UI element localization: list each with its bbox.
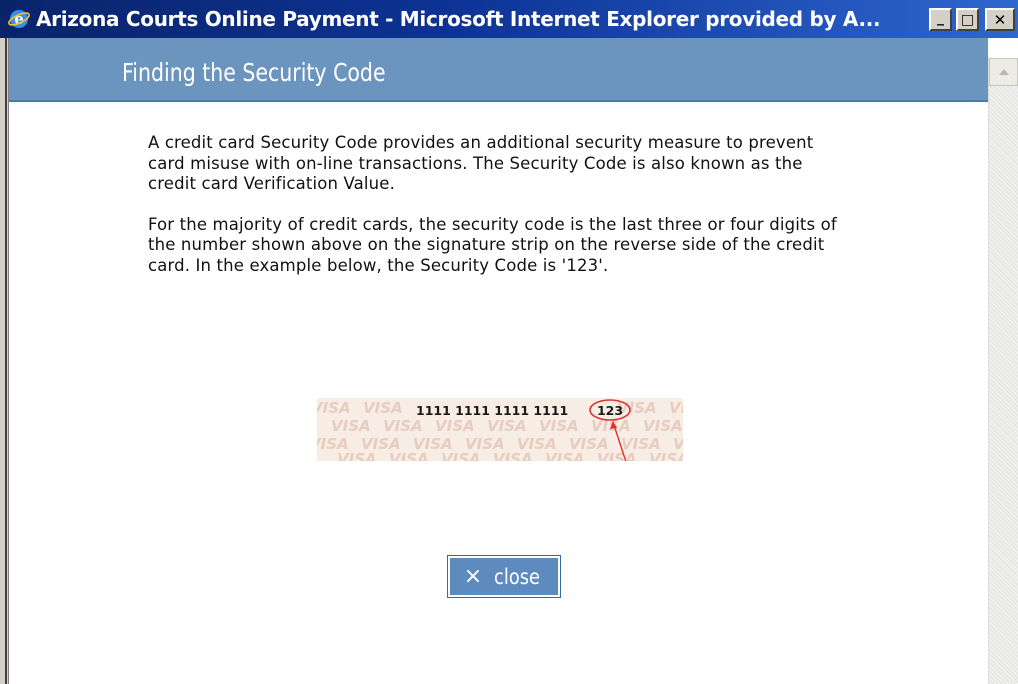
scroll-up-button[interactable] (989, 58, 1018, 86)
card-number-text: 1111 1111 1111 1111 (416, 403, 568, 418)
close-window-icon: ✕ (993, 10, 1007, 29)
watermark-text: VISA (435, 417, 475, 435)
signature-strip-image: VISA VISA VISA VISA VISA VISA VISA VISA … (317, 398, 683, 461)
close-window-button[interactable]: ✕ (985, 8, 1015, 31)
popup-window: e Arizona Courts Online Payment - Micros… (0, 0, 1018, 684)
watermark-text: VISA (337, 450, 377, 461)
window-title: Arizona Courts Online Payment - Microsof… (36, 7, 881, 31)
svg-text:e: e (14, 10, 24, 28)
watermark-text: VISA (441, 450, 481, 461)
watermark-text: VISA (669, 399, 683, 417)
watermark-text: VISA (597, 450, 637, 461)
minimize-icon: _ (937, 9, 944, 26)
watermark-text: VISA (649, 450, 683, 461)
minimize-button[interactable]: _ (929, 8, 952, 31)
page-header: Finding the Security Code (9, 38, 988, 102)
watermark-text: VISA (545, 450, 585, 461)
watermark-text: VISA (383, 417, 423, 435)
watermark-text: VISA (363, 399, 403, 417)
watermark-text: VISA (389, 450, 429, 461)
window-left-border (0, 38, 9, 684)
scroll-up-arrow-icon (998, 69, 1009, 75)
internet-explorer-icon: e (8, 8, 30, 30)
window-title-bar[interactable]: e Arizona Courts Online Payment - Micros… (0, 0, 1018, 38)
close-x-icon: × (463, 564, 483, 589)
page-title: Finding the Security Code (122, 58, 386, 87)
watermark-text: VISA (643, 417, 683, 435)
watermark-text: VISA (317, 399, 351, 417)
maximize-icon: □ (960, 11, 975, 28)
security-code-description: A credit card Security Code provides an … (148, 133, 814, 193)
watermark-text: VISA (493, 450, 533, 461)
watermark-text: VISA (331, 417, 371, 435)
security-code-location-text: For the majority of credit cards, the se… (148, 214, 837, 275)
close-button-label: close (494, 564, 541, 589)
maximize-button[interactable]: □ (956, 8, 979, 31)
vertical-scrollbar[interactable] (988, 58, 1018, 684)
watermark-text: VISA (487, 417, 527, 435)
close-button[interactable]: × close (447, 555, 561, 598)
watermark-text: VISA (539, 417, 579, 435)
main-content: A credit card Security Code provides an … (148, 133, 848, 296)
security-code-text: 123 (597, 403, 623, 418)
